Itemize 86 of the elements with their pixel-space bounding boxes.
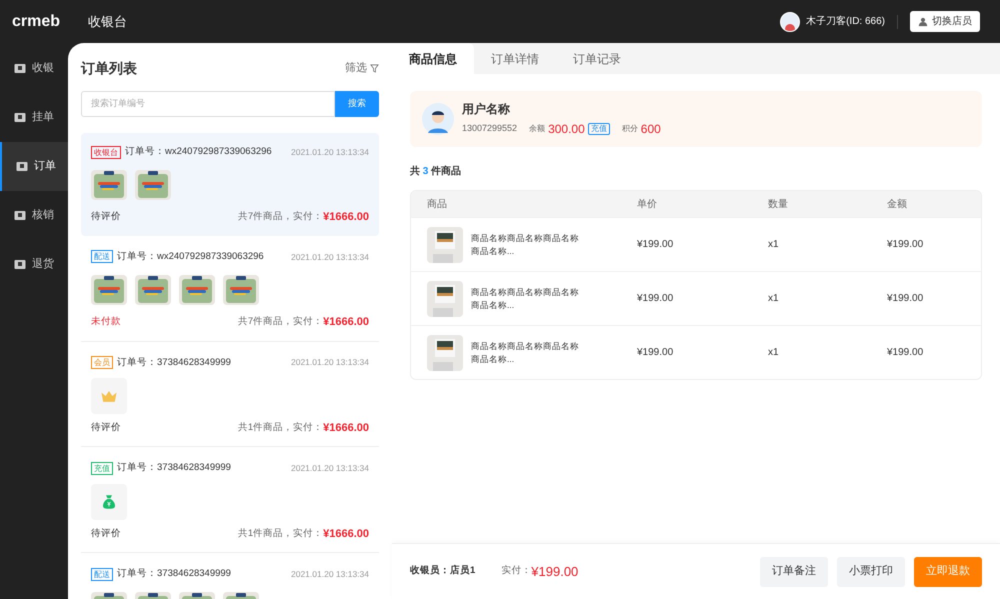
column-header: 金额 [887,198,908,212]
order-time: 2021.01.20 13:13:34 [291,568,369,580]
order-tag: 收银台 [91,146,121,159]
order-amount: ¥1666.00 [323,420,369,436]
order-number: 订单号：37384628349999 [117,461,231,476]
sidebar-item[interactable]: 核销 [0,191,68,240]
order-amount: ¥1666.00 [323,315,369,330]
order-card[interactable]: 配送 订单号：wx240792987339063296 2021.01.20 13:13:34 未付款 共7件商品，实付：¥1666.00 [81,238,379,342]
order-summary: 共1件商品，实付： [238,420,324,435]
order-status: 待评价 [91,526,121,541]
cashier-label: 收银员：店员1 [410,564,476,578]
crown-icon [91,378,127,414]
paid-amount: ¥199.00 [531,562,578,581]
product-name: 商品名称商品名称商品名称商品名称... [471,340,580,366]
user-name: 木子刀客(ID: 666) [806,14,885,29]
order-tag: 充值 [91,462,113,475]
order-status: 待评价 [91,420,121,435]
order-summary: 共1件商品，实付： [238,526,324,541]
balance-label: 余额 [529,123,546,135]
quantity: x1 [768,238,780,252]
customer-name: 用户名称 [462,101,511,118]
order-tag: 会员 [91,356,113,370]
filter-icon [370,64,379,72]
customer-phone: 13007299552 [462,122,518,136]
sidebar-item[interactable]: 订单 [0,142,68,191]
paid-label: 实付： [501,564,532,578]
order-amount: ¥1666.00 [323,526,369,542]
balance-value: 300.00 [548,121,585,138]
order-number: 订单号：37384628349999 [117,567,231,581]
sidebar-item[interactable]: 挂单 [0,93,68,142]
tab[interactable]: 订单详情 [474,43,556,74]
product-name: 商品名称商品名称商品名称商品名称... [471,286,580,312]
quantity: x1 [768,292,780,306]
product-name: 商品名称商品名称商品名称商品名称... [471,232,580,258]
points-value: 600 [640,121,661,138]
money-bag-icon [91,484,127,520]
order-time: 2021.01.20 13:13:34 [291,356,369,369]
order-time: 2021.01.20 13:13:34 [291,462,369,475]
avatar-icon [780,12,800,32]
order-number: 订单号：37384628349999 [117,356,231,370]
avatar-icon [422,103,454,135]
order-time: 2021.01.20 13:13:34 [291,146,369,158]
amount: ¥199.00 [887,238,924,252]
item-count: 共 3 件商品 [410,166,462,177]
unit-price: ¥199.00 [637,346,674,360]
order-number: 订单号：wx240792987339063296 [125,145,272,159]
sidebar-item[interactable]: 退货 [0,240,68,289]
logo: crmeb [12,12,62,32]
column-header: 商品 [427,198,448,212]
order-tag: 配送 [91,250,113,264]
order-status: 待评价 [91,210,121,224]
order-amount: ¥1666.00 [323,210,369,226]
amount: ¥199.00 [887,346,924,360]
switch-staff-button[interactable]: 切换店员 [910,11,980,32]
column-header: 单价 [637,198,658,212]
order-card[interactable]: 充值 订单号：37384628349999 2021.01.20 13:13:34 待评价 共1件商品，实付：¥1666.00 [81,449,379,553]
action-button[interactable]: 订单备注 [760,556,828,586]
order-card[interactable]: 会员 订单号：37384628349999 2021.01.20 13:13:34 待评价 共1件商品，实付：¥1666.00 [81,344,379,448]
column-header: 数量 [768,198,789,212]
order-card[interactable]: 配送 订单号：37384628349999 2021.01.20 13:13:34 [81,555,379,599]
order-summary: 共7件商品，实付： [238,210,324,224]
app-title: 收银台 [88,12,127,31]
register-icon [14,210,26,222]
order-summary: 共7件商品，实付： [238,315,324,330]
order-number: 订单号：wx240792987339063296 [117,250,264,264]
action-button[interactable]: 小票打印 [837,556,905,586]
points-label: 积分 [622,123,638,135]
register-icon [14,62,26,74]
tab[interactable]: 订单记录 [556,43,638,74]
sidebar-item[interactable]: 收银 [0,44,68,93]
search-field[interactable]: 搜索订单编号 [81,91,335,117]
order-status: 未付款 [91,315,121,330]
register-icon [16,160,28,172]
order-card[interactable]: 收银台 订单号：wx240792987339063296 2021.01.20 13:13:34 待评价 共7件商品，实付：¥1666.00 [81,133,379,236]
register-icon [14,112,26,124]
quantity: x1 [768,346,780,360]
user-icon [918,16,928,26]
unit-price: ¥199.00 [637,238,674,252]
unit-price: ¥199.00 [637,292,674,306]
amount: ¥199.00 [887,292,924,306]
filter-button[interactable]: 筛选 [345,60,379,76]
order-tag: 配送 [91,568,113,581]
order-time: 2021.01.20 13:13:34 [291,250,369,264]
tab[interactable]: 商品信息 [392,43,474,74]
register-icon [14,258,26,270]
panel-title: 订单列表 [81,58,137,78]
